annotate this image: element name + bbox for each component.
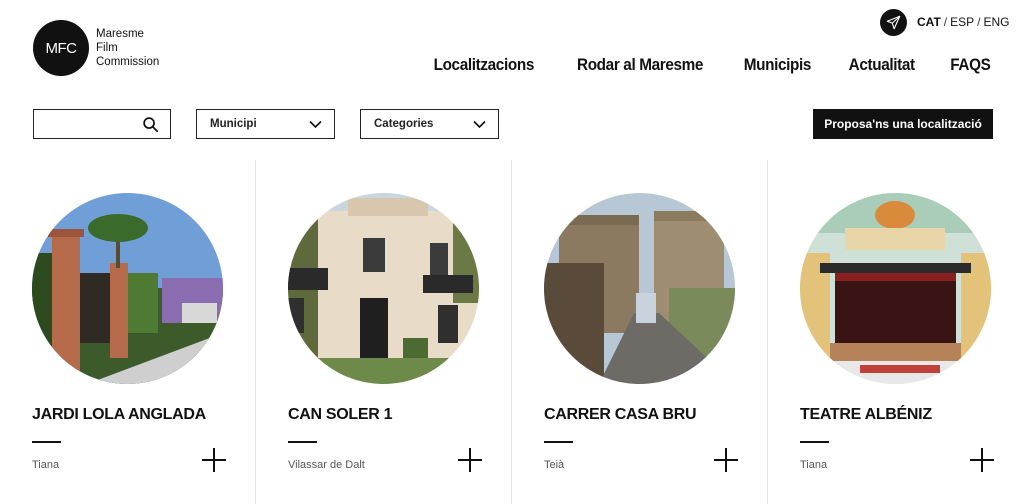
location-card[interactable]: JARDI LOLA ANGLADA Tiana [0,160,256,504]
title-divider [32,441,61,443]
location-photo-street[interactable] [544,193,735,384]
location-card[interactable]: CAN SOLER 1 Vilassar de Dalt [256,160,512,504]
location-photo-house[interactable] [288,193,479,384]
logo-line: Maresme [96,28,144,40]
location-title[interactable]: CAN SOLER 1 [288,406,393,424]
language-switcher: CAT / ESP / ENG [917,15,1010,29]
location-title[interactable]: TEATRE ALBÉNIZ [800,406,932,424]
chevron-down-icon [473,120,486,132]
nav-actualitat[interactable]: Actualitat [849,55,915,75]
search-box [33,109,171,139]
location-town: Tiana [32,459,60,471]
chevron-down-icon [309,120,322,132]
nav-municipis[interactable]: Municipis [744,55,812,75]
title-divider [544,441,573,443]
categories-select-label: Categories [374,118,434,130]
search-icon[interactable] [142,116,159,138]
plus-icon[interactable] [714,448,738,472]
lang-esp[interactable]: ESP [950,15,974,29]
municipi-select-label: Municipi [210,118,257,130]
location-photo-theatre[interactable] [800,193,991,384]
categories-select[interactable]: Categories [360,109,499,139]
locations-grid: JARDI LOLA ANGLADA Tiana CAN SOLER 1 Vil… [0,160,1024,504]
nav-rodar-al-maresme[interactable]: Rodar al Maresme [577,55,703,75]
logo-line: Film [96,42,118,54]
paper-plane-icon[interactable] [880,9,907,36]
propose-location-button[interactable]: Proposa'ns una localització [813,109,993,139]
search-input[interactable] [34,110,134,138]
logo-wordmark: Maresme Film Commission [96,27,159,69]
nav-localitzacions[interactable]: Localitzacions [434,55,535,75]
lang-cat[interactable]: CAT [917,15,941,29]
location-card[interactable]: TEATRE ALBÉNIZ Tiana [768,160,1024,504]
logo[interactable]: MFC Maresme Film Commission [33,20,159,76]
main-nav: Localitzacions Rodar al Maresme Municipi… [428,55,993,75]
title-divider [800,441,829,443]
lang-separator: / [977,15,981,29]
location-town: Vilassar de Dalt [288,459,365,471]
location-photo-garden[interactable] [32,193,223,384]
municipi-select[interactable]: Municipi [196,109,335,139]
location-title[interactable]: JARDI LOLA ANGLADA [32,406,206,424]
logo-mark: MFC [33,20,89,76]
plus-icon[interactable] [202,448,226,472]
logo-line: Commission [96,56,160,68]
location-town: Teià [544,459,565,471]
plus-icon[interactable] [458,448,482,472]
location-card[interactable]: CARRER CASA BRU Teià [512,160,768,504]
plus-icon[interactable] [970,448,994,472]
lang-separator: / [943,15,948,29]
title-divider [288,441,317,443]
location-town: Tiana [800,459,828,471]
nav-faqs[interactable]: FAQS [951,55,992,75]
location-title[interactable]: CARRER CASA BRU [544,406,697,424]
lang-eng[interactable]: ENG [983,15,1009,29]
